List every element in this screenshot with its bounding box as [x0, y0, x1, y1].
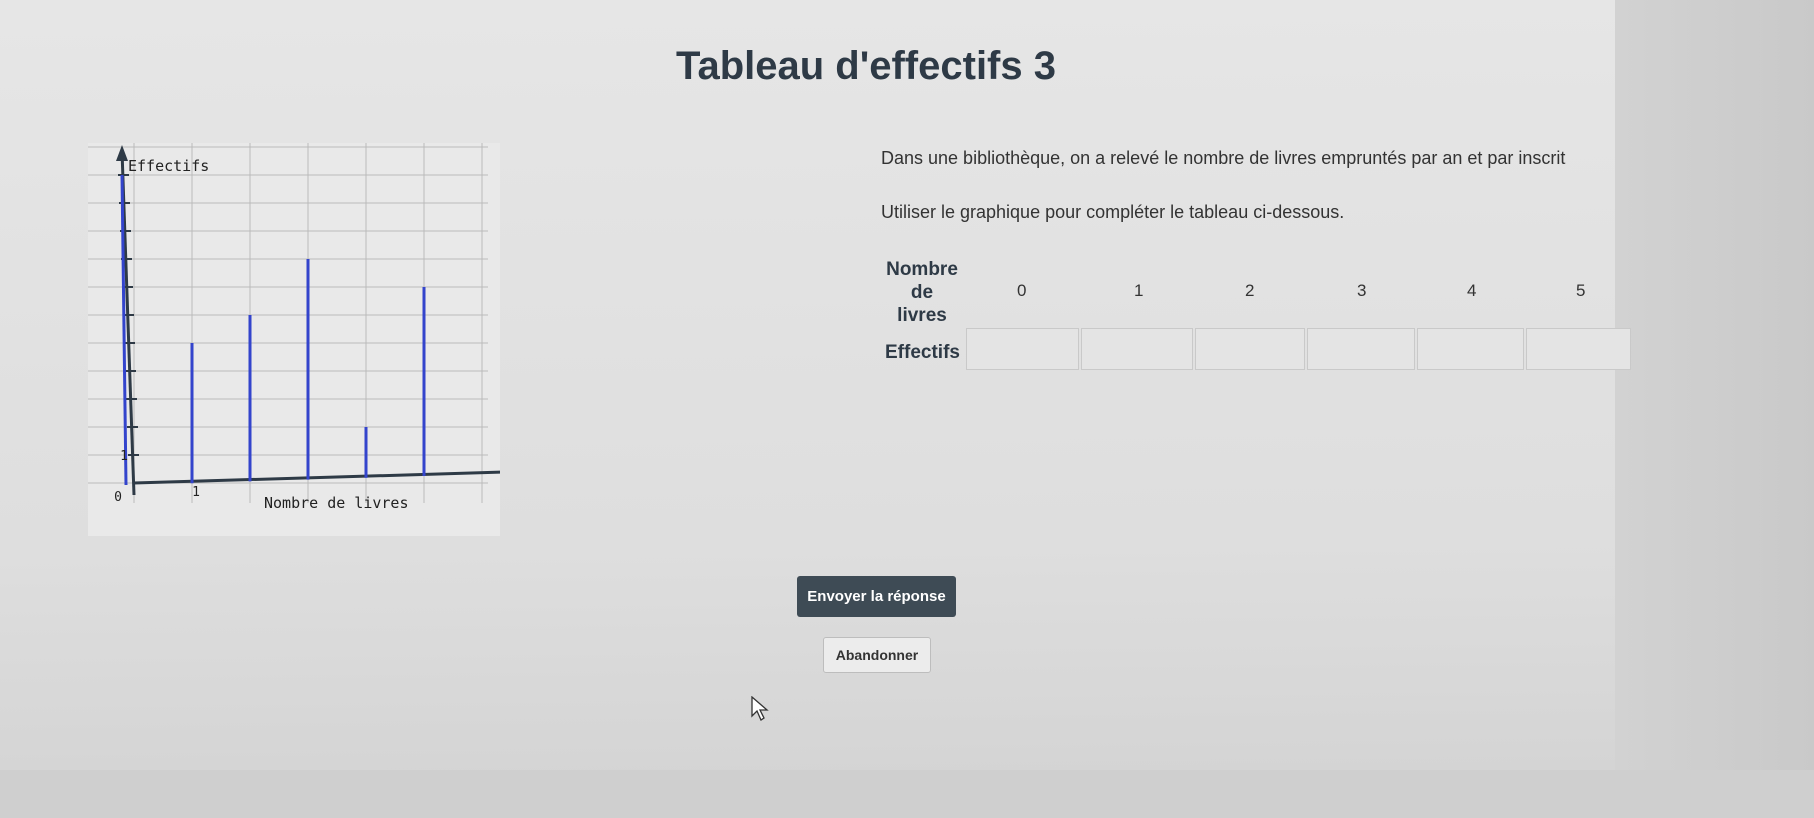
y-axis-title: Effectifs [128, 157, 209, 175]
effectif-input-4[interactable] [1418, 329, 1527, 371]
table-header-label: Nombre de livres [886, 259, 958, 326]
effectif-cell-0 [966, 328, 1082, 371]
page-title: Tableau d'effectifs 3 [676, 44, 1056, 88]
mouse-cursor-icon [751, 696, 769, 721]
effectif-cell-3 [1307, 328, 1418, 371]
table-header-value: 1 [1134, 281, 1144, 300]
effectif-cell-1 [1081, 328, 1196, 371]
table-header-value: 2 [1245, 281, 1255, 300]
effectif-input-1[interactable] [1082, 329, 1196, 371]
abandon-button[interactable]: Abandonner [823, 637, 931, 673]
table-header-value: 5 [1576, 281, 1586, 300]
bar-chart: Effectifs Nombre de livres 0 1 1 [88, 143, 500, 512]
monitor-bezel [1615, 0, 1814, 818]
problem-instruction: Utiliser le graphique pour compléter le … [881, 202, 1345, 222]
problem-statement: Dans une bibliothèque, on a relevé le no… [881, 148, 1566, 168]
x-tick-label: 0 [114, 490, 122, 505]
x-tick-label: 1 [192, 485, 200, 500]
x-axis-title: Nombre de livres [264, 494, 409, 512]
x-axis [133, 470, 500, 485]
y-tick-label: 1 [120, 449, 128, 464]
effectif-input-5[interactable] [1527, 329, 1634, 371]
effectif-cell-5 [1526, 328, 1634, 371]
table-header-value: 0 [1017, 281, 1027, 300]
table-row-label: Effectifs [885, 342, 960, 363]
table-header-value: 4 [1467, 281, 1477, 300]
monitor-bottom-band [0, 770, 1814, 818]
effectif-input-2[interactable] [1196, 329, 1308, 371]
effectif-input-3[interactable] [1308, 329, 1418, 371]
chart-card: Effectifs Nombre de livres 0 1 1 [88, 143, 500, 536]
effectif-input-0[interactable] [967, 329, 1082, 371]
table-header-value: 3 [1357, 281, 1367, 300]
problem-text: Dans une bibliothèque, on a relevé le no… [881, 148, 1571, 256]
submit-answer-button[interactable]: Envoyer la réponse [797, 576, 956, 617]
effectif-cell-2 [1195, 328, 1308, 371]
effectif-cell-4 [1417, 328, 1527, 371]
